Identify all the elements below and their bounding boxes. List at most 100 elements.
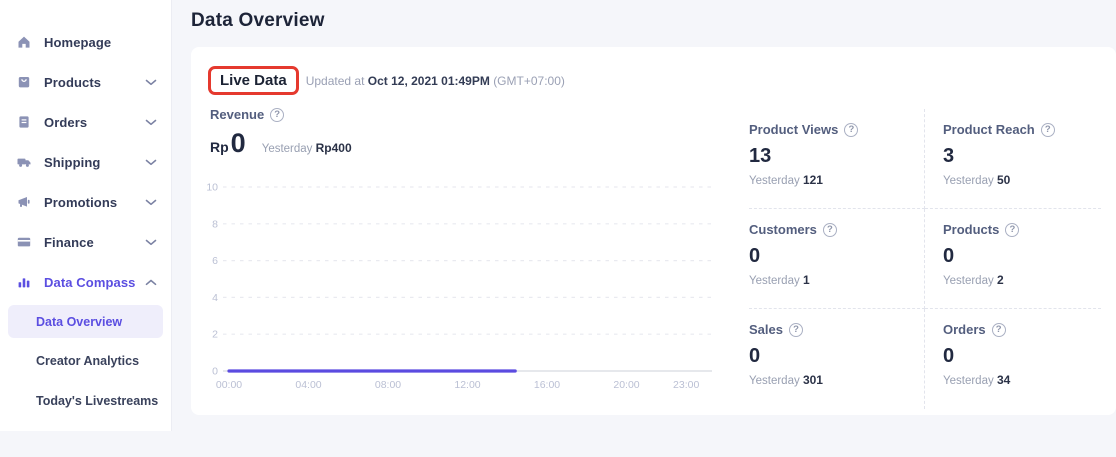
revenue-chart: 10 8 6 4 2 000:00 04:00 08:00 12:00 16:00 20:00 23:…: [195, 179, 712, 395]
yesterday-label: Yesterday: [749, 275, 800, 287]
metric-label: Sales: [749, 322, 783, 337]
products-icon: [16, 74, 32, 90]
sidebar-item-label: Promotions: [44, 195, 145, 210]
svg-text:0: 0: [212, 366, 218, 378]
metric-yesterday: Yesterday 1: [749, 273, 924, 287]
metric-product-views: Product Views ? 13 Yesterday 121: [749, 109, 925, 209]
help-icon[interactable]: ?: [823, 223, 837, 237]
metric-label: Products: [943, 222, 999, 237]
svg-text:08:00: 08:00: [375, 379, 401, 391]
live-data-title: Live Data: [220, 72, 287, 89]
sidebar-item-label: Shipping: [44, 155, 145, 170]
svg-text:12:00: 12:00: [454, 379, 480, 391]
yesterday-value: 1: [803, 273, 810, 287]
sidebar-subitem-label: Today's Livestreams: [36, 394, 158, 408]
sidebar-item-data-compass[interactable]: Data Compass: [0, 262, 171, 302]
metric-yesterday: Yesterday 50: [943, 173, 1101, 187]
yesterday-value: 121: [803, 173, 823, 187]
svg-text:10: 10: [206, 182, 218, 194]
updated-timezone: (GMT+07:00): [493, 74, 565, 88]
yesterday-value: 2: [997, 273, 1004, 287]
metric-products: Products ? 0 Yesterday 2: [925, 209, 1101, 309]
svg-text:00:00: 00:00: [216, 379, 242, 391]
yesterday-value: 34: [997, 373, 1010, 387]
sidebar-item-label: Homepage: [44, 35, 157, 50]
help-icon[interactable]: ?: [270, 108, 284, 122]
help-icon[interactable]: ?: [1041, 123, 1055, 137]
yesterday-label: Yesterday: [749, 175, 800, 187]
help-icon[interactable]: ?: [992, 323, 1006, 337]
yesterday-label: Yesterday: [943, 275, 994, 287]
promotions-icon: [16, 194, 32, 210]
finance-icon: [16, 234, 32, 250]
metric-value: 0: [749, 345, 924, 367]
sidebar-subitem-data-overview[interactable]: Data Overview: [8, 305, 163, 338]
sidebar-subitem-label: Data Overview: [36, 315, 122, 329]
metric-value: 13: [749, 145, 924, 167]
home-icon: [16, 34, 32, 50]
metric-customers: Customers ? 0 Yesterday 1: [749, 209, 925, 309]
sidebar-item-label: Products: [44, 75, 145, 90]
chevron-down-icon: [145, 159, 157, 166]
data-compass-icon: [16, 274, 32, 290]
sidebar-item-finance[interactable]: Finance: [0, 222, 171, 262]
live-data-highlight-box: Live Data: [208, 66, 299, 95]
yesterday-label: Yesterday: [749, 375, 800, 387]
sidebar-item-promotions[interactable]: Promotions: [0, 182, 171, 222]
metric-label: Product Views: [749, 122, 838, 137]
revenue-value: 0: [231, 130, 246, 157]
svg-text:4: 4: [212, 292, 218, 304]
sidebar-item-label: Finance: [44, 235, 145, 250]
svg-text:23:00: 23:00: [673, 379, 699, 391]
orders-icon: [16, 114, 32, 130]
metric-label: Product Reach: [943, 122, 1035, 137]
chevron-up-icon: [145, 279, 157, 286]
svg-text:20:00: 20:00: [613, 379, 639, 391]
metric-yesterday: Yesterday 121: [749, 173, 924, 187]
revenue-yesterday: Yesterday Rp400: [262, 141, 352, 155]
metric-yesterday: Yesterday 301: [749, 373, 924, 387]
sidebar-item-orders[interactable]: Orders: [0, 102, 171, 142]
sidebar: Homepage Products Orders Shipping Pro: [0, 0, 172, 431]
svg-text:8: 8: [212, 218, 218, 230]
metric-value: 0: [749, 245, 924, 267]
metric-label: Customers: [749, 222, 817, 237]
revenue-currency: Rp: [210, 139, 229, 155]
updated-at-text: Updated at Oct 12, 2021 01:49PM (GMT+07:…: [306, 74, 565, 88]
metric-label: Orders: [943, 322, 986, 337]
main-content: Data Overview Live Data Updated at Oct 1…: [173, 0, 1116, 431]
shipping-icon: [16, 154, 32, 170]
help-icon[interactable]: ?: [844, 123, 858, 137]
svg-text:16:00: 16:00: [534, 379, 560, 391]
live-data-header: Live Data Updated at Oct 12, 2021 01:49P…: [208, 66, 565, 95]
yesterday-label: Yesterday: [943, 175, 994, 187]
metric-orders: Orders ? 0 Yesterday 34: [925, 309, 1101, 409]
metric-yesterday: Yesterday 2: [943, 273, 1101, 287]
svg-text:2: 2: [212, 329, 218, 341]
help-icon[interactable]: ?: [789, 323, 803, 337]
chevron-down-icon: [145, 79, 157, 86]
sidebar-item-homepage[interactable]: Homepage: [0, 22, 171, 62]
chevron-down-icon: [145, 239, 157, 246]
metric-product-reach: Product Reach ? 3 Yesterday 50: [925, 109, 1101, 209]
svg-text:04:00: 04:00: [295, 379, 321, 391]
updated-time: Oct 12, 2021 01:49PM: [368, 74, 490, 88]
sidebar-item-products[interactable]: Products: [0, 62, 171, 102]
revenue-section: Revenue ? Rp 0 Yesterday Rp400 108642000…: [195, 107, 722, 457]
yesterday-label: Yesterday: [262, 143, 313, 155]
sidebar-subitem-todays-livestreams[interactable]: Today's Livestreams: [0, 381, 171, 421]
chevron-down-icon: [145, 199, 157, 206]
help-icon[interactable]: ?: [1005, 223, 1019, 237]
metric-yesterday: Yesterday 34: [943, 373, 1101, 387]
sidebar-item-label: Orders: [44, 115, 145, 130]
svg-text:6: 6: [212, 255, 218, 267]
sidebar-item-shipping[interactable]: Shipping: [0, 142, 171, 182]
page-title: Data Overview: [191, 10, 1116, 32]
metric-value: 0: [943, 245, 1101, 267]
metric-value: 3: [943, 145, 1101, 167]
live-data-card: Live Data Updated at Oct 12, 2021 01:49P…: [191, 47, 1116, 415]
metric-sales: Sales ? 0 Yesterday 301: [749, 309, 925, 409]
sidebar-subitem-creator-analytics[interactable]: Creator Analytics: [0, 341, 171, 381]
revenue-label: Revenue: [210, 107, 264, 122]
metrics-grid: Product Views ? 13 Yesterday 121 Product…: [749, 109, 1101, 409]
